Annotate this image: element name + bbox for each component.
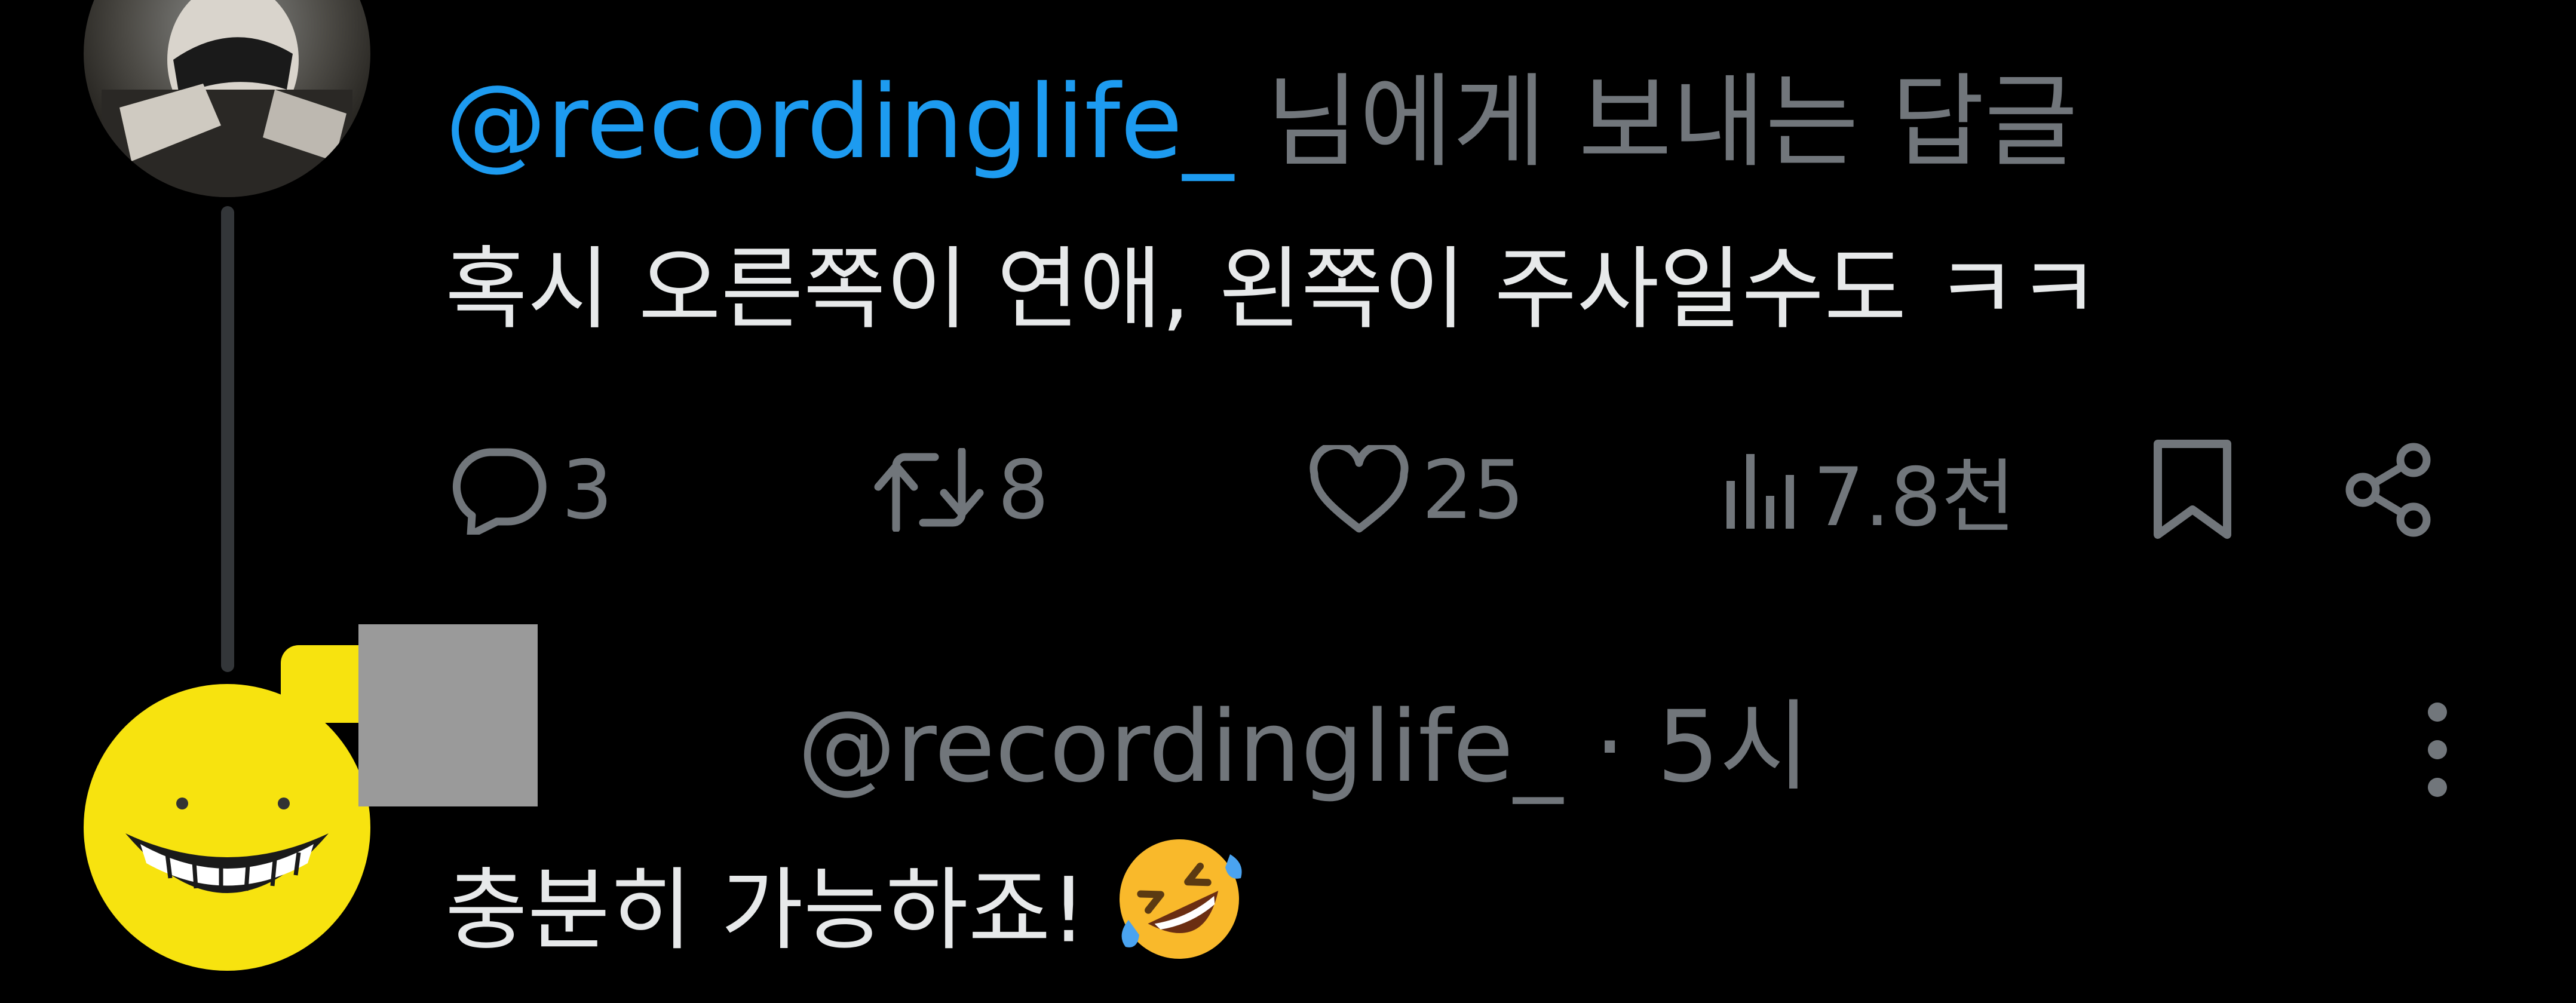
tweet-text-container: 충분히 가능하죠! bbox=[445, 830, 1248, 1003]
bookmark-icon bbox=[2151, 439, 2234, 541]
thread-line bbox=[221, 206, 234, 672]
reply-to-handle[interactable]: @recordinglife_ bbox=[445, 63, 1234, 182]
bookmark-button[interactable] bbox=[2151, 436, 2234, 544]
reply-icon bbox=[448, 445, 550, 535]
avatar[interactable] bbox=[84, 684, 370, 971]
redacted-name bbox=[358, 624, 538, 806]
retweet-icon bbox=[872, 448, 986, 532]
author-handle[interactable]: @recordinglife_ bbox=[798, 689, 1563, 804]
separator: · bbox=[1594, 689, 1626, 804]
views-count: 7.8천 bbox=[1813, 450, 2016, 544]
views-button[interactable]: 7.8천 bbox=[1724, 436, 2016, 544]
tweet-text: 충분히 가능하죠! bbox=[445, 858, 1087, 963]
share-icon bbox=[2342, 442, 2437, 538]
reply-button[interactable]: 3 bbox=[448, 436, 613, 544]
timestamp[interactable]: 5시 bbox=[1657, 689, 1810, 804]
tweet-author-meta: @recordinglife_ · 5시 bbox=[798, 681, 1810, 812]
like-button[interactable]: 25 bbox=[1308, 436, 1525, 544]
more-icon[interactable] bbox=[2405, 699, 2470, 800]
avatar[interactable] bbox=[84, 0, 370, 197]
like-icon bbox=[1308, 445, 1410, 535]
like-count: 25 bbox=[1422, 443, 1525, 537]
retweet-count: 8 bbox=[998, 443, 1049, 537]
reply-to-label: 님에게 보내는 답글 bbox=[1233, 63, 2078, 182]
views-icon bbox=[1724, 448, 1801, 532]
share-button[interactable] bbox=[2342, 436, 2437, 544]
retweet-button[interactable]: 8 bbox=[872, 436, 1049, 544]
tweet-text: 혹시 오른쪽이 연애, 왼쪽이 주사일수도 ㅋㅋ bbox=[445, 238, 2100, 342]
rofl-emoji bbox=[1111, 830, 1248, 1003]
redaction-mark bbox=[281, 645, 364, 723]
reply-count: 3 bbox=[562, 443, 613, 537]
reply-context: @recordinglife_ 님에게 보내는 답글 bbox=[445, 51, 2078, 194]
